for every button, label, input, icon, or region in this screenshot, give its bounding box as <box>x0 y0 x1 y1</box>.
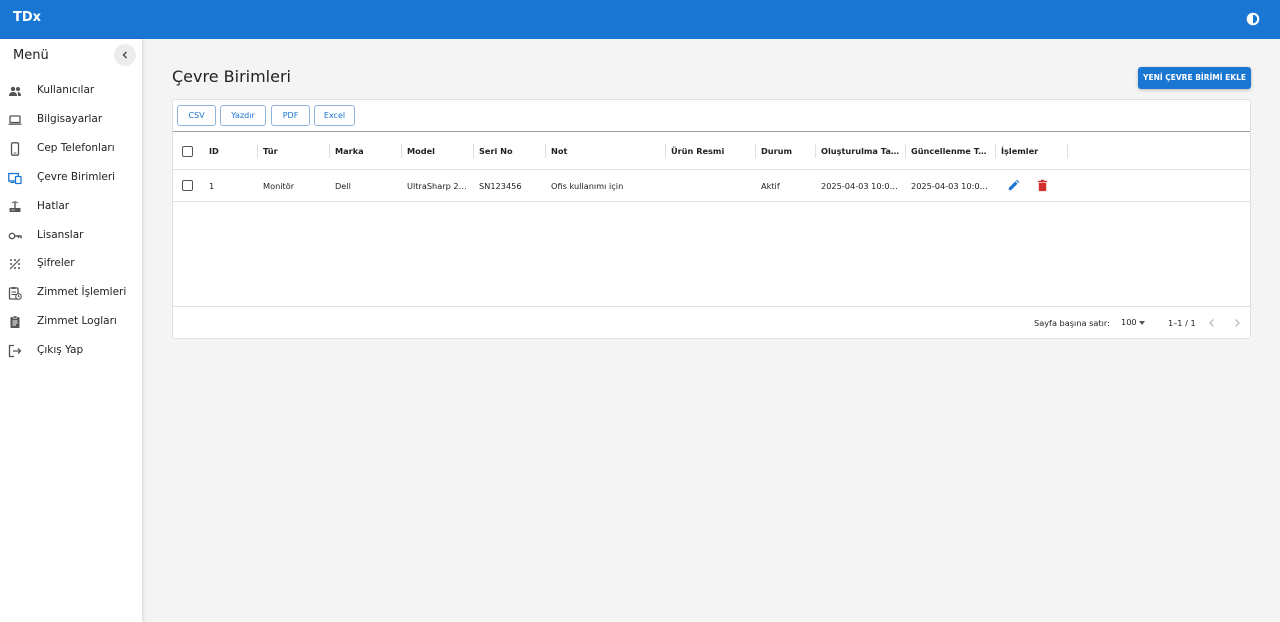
rows-per-page-label: Sayfa başına satır: <box>1034 318 1110 328</box>
phone-icon <box>10 142 20 156</box>
sidebar-item-assignment-logs[interactable]: Zimmet Logları <box>0 308 142 336</box>
column-separator[interactable] <box>473 144 474 158</box>
column-header-image[interactable]: Ürün Resmi <box>671 146 751 156</box>
key-icon <box>8 232 22 240</box>
sidebar-item-computers[interactable]: Bilgisayarlar <box>0 106 142 134</box>
column-header-status[interactable]: Durum <box>761 146 811 156</box>
column-separator[interactable] <box>329 144 330 158</box>
sidebar-item-peripherals[interactable]: Çevre Birimleri <box>0 164 142 192</box>
column-header-updated[interactable]: Güncellenme Tarihi <box>911 146 991 156</box>
sidebar-item-label: Lisanslar <box>37 229 84 241</box>
sidebar-item-label: Çevre Birimleri <box>37 171 116 183</box>
previous-page-icon[interactable] <box>1205 316 1219 330</box>
column-separator[interactable] <box>257 144 258 158</box>
column-header-id[interactable]: ID <box>209 146 249 156</box>
column-separator[interactable] <box>755 144 756 158</box>
sidebar-item-lines[interactable]: Hatlar <box>0 193 142 221</box>
column-header-serial[interactable]: Seri No <box>479 146 539 156</box>
cell-serial: SN123456 <box>479 181 522 191</box>
cell-created: 2025-04-03 10:01:… <box>821 181 901 191</box>
cell-note: Ofis kullanımı için <box>551 181 624 191</box>
app-bar: TDx <box>0 0 1280 39</box>
column-header-type[interactable]: Tür <box>263 146 323 156</box>
column-header-actions: İşlemler <box>1001 146 1039 156</box>
column-separator[interactable] <box>815 144 816 158</box>
export-pdf-button[interactable]: PDF <box>271 105 310 126</box>
column-separator[interactable] <box>665 144 666 158</box>
cell-brand: Dell <box>335 181 351 191</box>
cell-status: Aktif <box>761 181 780 191</box>
select-all-checkbox[interactable] <box>182 146 193 157</box>
export-excel-button[interactable]: Excel <box>314 105 355 126</box>
router-icon <box>9 201 21 212</box>
sidebar-item-passwords[interactable]: Şifreler <box>0 250 142 278</box>
pagination-range: 1–1 / 1 <box>1168 318 1196 328</box>
rows-per-page-value: 100 <box>1121 317 1137 327</box>
sidebar-item-label: Bilgisayarlar <box>37 113 103 125</box>
column-header-note[interactable]: Not <box>551 146 661 156</box>
row-checkbox[interactable] <box>182 180 193 191</box>
password-icon <box>9 258 21 270</box>
app-brand: TDx <box>13 10 42 25</box>
column-separator[interactable] <box>545 144 546 158</box>
logout-icon <box>8 344 22 358</box>
cell-updated: 2025-04-03 10:01:… <box>911 181 991 191</box>
pagination: Sayfa başına satır: 100 1–1 / 1 <box>173 307 1250 339</box>
edit-icon[interactable] <box>1007 179 1020 192</box>
add-peripheral-button[interactable]: YENİ ÇEVRE BİRİMİ EKLE <box>1138 67 1251 89</box>
sidebar-item-label: Cep Telefonları <box>37 142 115 154</box>
table-header: ID Tür Marka Model Seri No Not Ürün Resm… <box>173 132 1250 170</box>
next-page-icon[interactable] <box>1230 316 1244 330</box>
export-csv-button[interactable]: CSV <box>177 105 216 126</box>
print-button[interactable]: Yazdır <box>220 105 266 126</box>
theme-toggle-icon[interactable] <box>1246 12 1260 26</box>
users-icon <box>9 86 21 96</box>
sidebar-item-users[interactable]: Kullanıcılar <box>0 77 142 105</box>
rows-per-page-select[interactable]: 100 <box>1121 317 1149 331</box>
page-title: Çevre Birimleri <box>172 67 291 86</box>
column-separator[interactable] <box>905 144 906 158</box>
sidebar-item-assignments[interactable]: Zimmet İşlemleri <box>0 279 142 307</box>
cell-model: UltraSharp 27" <box>407 181 467 191</box>
clipboard-icon <box>10 315 20 328</box>
column-header-brand[interactable]: Marka <box>335 146 395 156</box>
column-header-model[interactable]: Model <box>407 146 467 156</box>
cell-type: Monitör <box>263 181 295 191</box>
sidebar-item-label: Çıkış Yap <box>37 344 84 356</box>
column-separator[interactable] <box>1067 144 1068 158</box>
sidebar-item-label: Zimmet İşlemleri <box>37 286 127 298</box>
sidebar-item-label: Zimmet Logları <box>37 315 117 327</box>
sidebar-item-phones[interactable]: Cep Telefonları <box>0 135 142 163</box>
sidebar-item-label: Şifreler <box>37 257 75 269</box>
column-header-created[interactable]: Oluşturulma Tarihi <box>821 146 903 156</box>
assignment-icon <box>8 287 22 300</box>
table-row[interactable]: 1 Monitör Dell UltraSharp 27" SN123456 O… <box>173 170 1250 202</box>
sidebar: Menü Kullanıcılar Bilgisayarlar Cep Tele… <box>0 39 142 622</box>
collapse-sidebar-button[interactable] <box>114 44 136 66</box>
data-grid: CSV Yazdır PDF Excel ID Tür Marka Model … <box>172 99 1251 339</box>
cell-id: 1 <box>209 181 215 191</box>
dropdown-arrow-icon <box>1139 321 1145 325</box>
laptop-icon <box>8 115 22 125</box>
sidebar-item-licenses[interactable]: Lisanslar <box>0 222 142 250</box>
devices-icon <box>8 172 22 185</box>
column-separator[interactable] <box>401 144 402 158</box>
sidebar-item-logout[interactable]: Çıkış Yap <box>0 337 142 365</box>
delete-icon[interactable] <box>1036 179 1049 192</box>
column-separator[interactable] <box>995 144 996 158</box>
sidebar-item-label: Kullanıcılar <box>37 84 95 96</box>
chevron-left-icon <box>122 51 127 59</box>
sidebar-title: Menü <box>13 48 49 63</box>
sidebar-item-label: Hatlar <box>37 200 70 212</box>
